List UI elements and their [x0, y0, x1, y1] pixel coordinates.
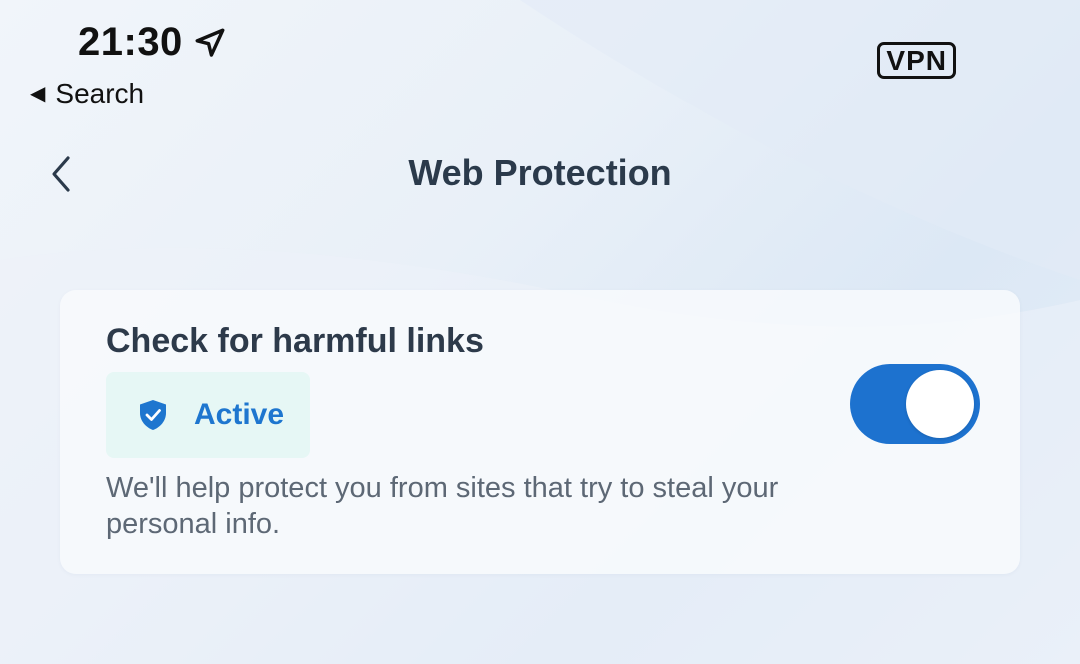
setting-title: Check for harmful links	[106, 322, 484, 360]
status-badge: Active	[106, 372, 310, 458]
time-label: 21:30	[78, 20, 183, 64]
shield-check-icon	[140, 400, 166, 430]
status-label: Active	[194, 398, 285, 431]
back-to-app-label: Search	[55, 78, 145, 109]
harmful-links-toggle[interactable]	[850, 364, 980, 444]
back-to-app-link[interactable]: ◀ Search	[30, 78, 144, 110]
toggle-knob	[906, 370, 974, 438]
location-arrow-icon	[195, 28, 225, 57]
page-title: Web Protection	[408, 152, 672, 193]
back-triangle-icon: ◀	[30, 83, 46, 105]
harmful-links-card: Check for harmful links Active We'll hel…	[60, 290, 1020, 574]
setting-description: We'll help protect you from sites that t…	[106, 472, 779, 540]
vpn-badge: VPN	[877, 42, 956, 79]
status-bar-time: 21:30	[78, 20, 227, 65]
